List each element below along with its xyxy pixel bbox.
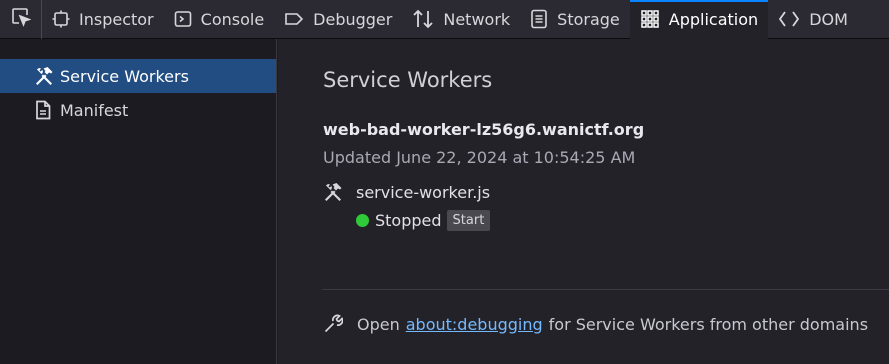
service-workers-panel: Service Workers web-bad-worker-lz56g6.wa… (278, 39, 889, 364)
tab-label: Inspector (79, 9, 154, 29)
worker-row: service-worker.js (323, 182, 490, 202)
tab-label: Debugger (313, 9, 393, 29)
tab-dom[interactable]: DOM (768, 0, 858, 39)
tab-inspector[interactable]: Inspector (42, 0, 164, 39)
debugger-icon (284, 10, 304, 28)
network-icon (412, 9, 434, 29)
divider (322, 289, 889, 290)
tab-label: Application (668, 9, 759, 29)
tab-application[interactable]: Application (629, 0, 769, 39)
tab-debugger[interactable]: Debugger (274, 0, 402, 39)
sidebar-item-label: Manifest (60, 100, 129, 120)
worker-file-name: service-worker.js (356, 182, 491, 202)
footer-prefix: Open (357, 314, 400, 334)
start-button[interactable]: Start (446, 210, 491, 231)
application-icon (640, 9, 660, 29)
about-debugging-link[interactable]: about:debugging (406, 315, 543, 334)
element-picker-button[interactable] (0, 0, 42, 39)
inspector-icon (52, 10, 70, 28)
page-title: Service Workers (323, 68, 493, 92)
storage-icon (530, 9, 548, 29)
devtools-toolbar: Inspector Console Debugger Network Stora… (0, 0, 889, 39)
worker-status-row: Stopped Start (356, 210, 491, 231)
footer-note: Open about:debugging for Service Workers… (323, 314, 868, 334)
tab-label: Network (443, 9, 511, 29)
application-sidebar: Service Workers Manifest (0, 39, 277, 364)
worker-status: Stopped (375, 211, 442, 230)
sidebar-item-service-workers[interactable]: Service Workers (0, 59, 276, 93)
tab-console[interactable]: Console (164, 0, 275, 39)
dom-icon (778, 9, 800, 29)
tab-storage[interactable]: Storage (520, 0, 630, 39)
tab-label: Console (200, 9, 265, 29)
footer-suffix: for Service Workers from other domains (548, 314, 869, 334)
worker-domain: web-bad-worker-lz56g6.wanictf.org (323, 120, 645, 139)
tab-label: Storage (557, 9, 620, 29)
document-icon (34, 100, 56, 120)
sidebar-item-manifest[interactable]: Manifest (0, 93, 276, 127)
updated-timestamp: Updated June 22, 2024 at 10:54:25 AM (323, 148, 636, 167)
sidebar-item-label: Service Workers (60, 66, 189, 86)
hammer-icon (323, 182, 356, 202)
tab-network[interactable]: Network (402, 0, 520, 39)
wrench-icon (323, 314, 357, 334)
tab-label: DOM (809, 9, 848, 29)
console-icon (174, 10, 192, 28)
element-picker-icon (11, 7, 31, 31)
status-dot-icon (356, 214, 369, 227)
hammer-icon (34, 66, 56, 86)
